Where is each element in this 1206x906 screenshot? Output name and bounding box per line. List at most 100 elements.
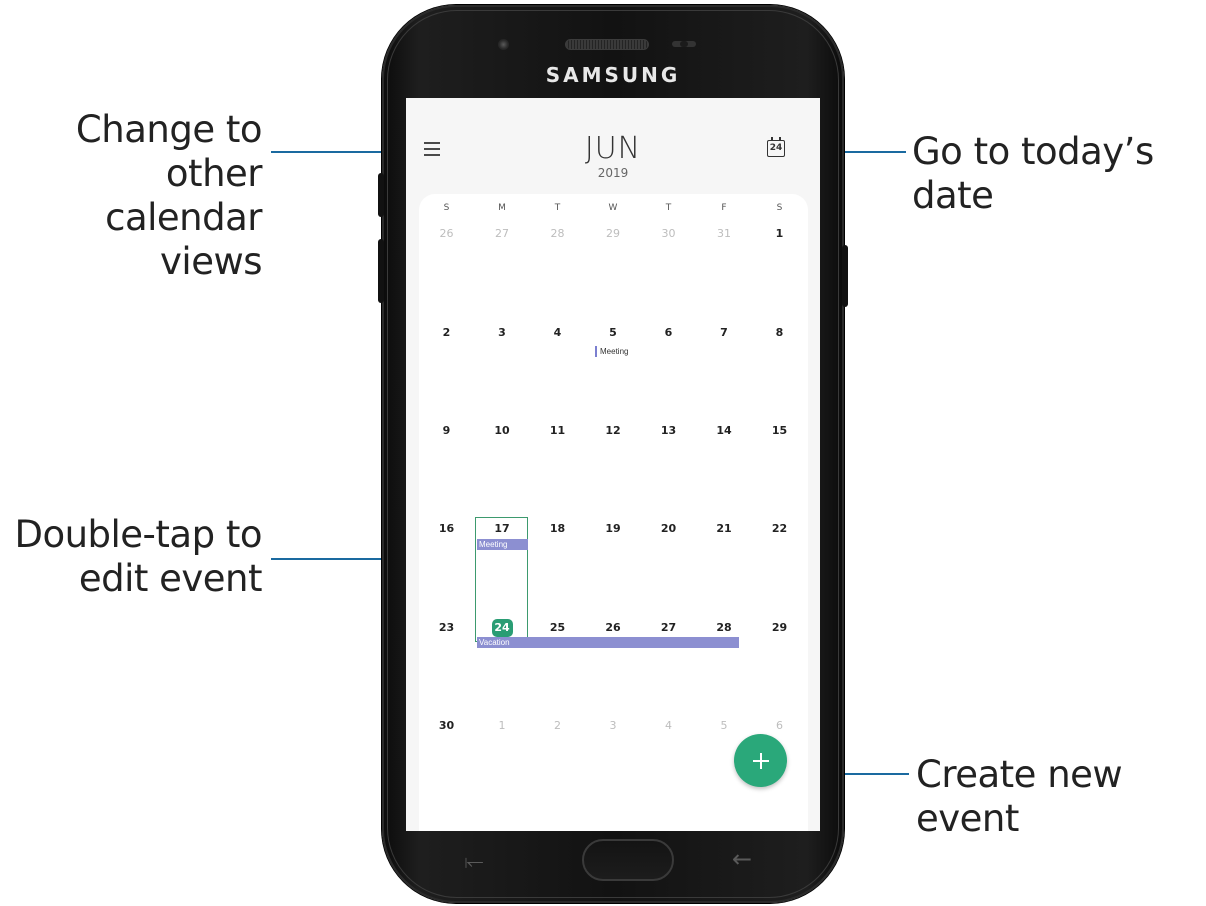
day-cell[interactable]: 16: [419, 522, 474, 621]
day-cell[interactable]: 1: [475, 719, 530, 818]
day-cell[interactable]: 3: [475, 326, 530, 425]
calendar-header: JUN 2019 24: [406, 98, 820, 194]
day-cell[interactable]: 23: [419, 621, 474, 720]
annotation-change-views-line2: calendar views: [105, 196, 262, 283]
recent-apps-icon[interactable]: ⥖: [464, 849, 484, 874]
day-cell[interactable]: 13: [641, 424, 696, 523]
day-number: 1: [498, 719, 506, 732]
day-cell[interactable]: 7: [697, 326, 752, 425]
day-number: 6: [776, 719, 783, 732]
day-cell[interactable]: 30: [641, 227, 696, 326]
day-cell[interactable]: 28: [697, 621, 752, 720]
day-number: 26: [605, 621, 621, 634]
day-cell[interactable]: 27: [475, 227, 530, 326]
day-cell[interactable]: 30: [419, 719, 474, 818]
annotation-change-views: Change to other calendar views: [0, 108, 263, 284]
day-cell[interactable]: 2: [419, 326, 474, 425]
day-cell[interactable]: 6: [641, 326, 696, 425]
day-number: 9: [442, 424, 451, 437]
day-number: 10: [494, 424, 510, 437]
annotation-change-views-line1: Change to other: [75, 108, 263, 195]
calendar-screen: JUN 2019 24 SMTWTFS 26 27 28 29 30 31 1 2 3 4 5 6 7 8…: [406, 98, 820, 831]
day-cell[interactable]: 27: [641, 621, 696, 720]
day-number: 15: [771, 424, 788, 437]
day-cell[interactable]: 3: [586, 719, 641, 818]
day-number: 13: [660, 424, 677, 437]
day-cell[interactable]: 4: [530, 326, 585, 425]
day-cell[interactable]: 1: [752, 227, 807, 326]
day-number: 25: [549, 621, 566, 634]
event-vacation[interactable]: Vacation: [477, 637, 739, 648]
day-cell[interactable]: 31: [697, 227, 752, 326]
phone-device: SAMSUNG JUN 2019 24 SMTWTFS 26 27 28 29 30 31…: [378, 5, 848, 903]
create-event-fab[interactable]: [734, 734, 787, 787]
day-cell[interactable]: 8: [752, 326, 807, 425]
today-calendar-icon[interactable]: 24: [767, 137, 785, 157]
day-number: 20: [660, 522, 677, 535]
weekday-label: S: [776, 203, 783, 213]
day-cell[interactable]: 18: [530, 522, 585, 621]
weekday-label: T: [665, 203, 672, 213]
event-meeting-5[interactable]: Meeting: [595, 346, 628, 357]
day-number: 18: [549, 522, 566, 535]
day-number: 29: [771, 621, 788, 634]
earpiece-speaker: [565, 39, 649, 50]
home-button[interactable]: [582, 839, 674, 881]
day-number: 27: [495, 227, 509, 240]
day-number: 30: [661, 227, 676, 240]
day-cell[interactable]: 26: [586, 621, 641, 720]
day-number: 1: [775, 227, 784, 240]
day-cell[interactable]: 19: [586, 522, 641, 621]
day-number: 29: [606, 227, 620, 240]
day-number: 7: [720, 326, 728, 339]
day-number: 23: [438, 621, 455, 634]
day-cell[interactable]: 2: [530, 719, 585, 818]
day-cell[interactable]: 5: [586, 326, 641, 425]
side-button-left-top: [378, 173, 384, 217]
year-label: 2019: [597, 166, 629, 180]
day-number: 31: [717, 227, 731, 240]
day-cell[interactable]: 22: [752, 522, 807, 621]
day-number: 28: [716, 621, 732, 634]
day-cell[interactable]: 29: [586, 227, 641, 326]
annotation-double-tap-line1: Double-tap to: [14, 513, 262, 556]
day-cell[interactable]: 4: [641, 719, 696, 818]
side-button-left-bottom: [378, 239, 384, 303]
day-cell[interactable]: 12: [586, 424, 641, 523]
day-cell[interactable]: 10: [475, 424, 530, 523]
day-cell[interactable]: 11: [530, 424, 585, 523]
day-number: 12: [605, 424, 621, 437]
month-title[interactable]: JUN: [406, 131, 820, 166]
day-cell[interactable]: 28: [530, 227, 585, 326]
day-cell[interactable]: 20: [641, 522, 696, 621]
day-number: 3: [609, 719, 617, 732]
day-cell[interactable]: 15: [752, 424, 807, 523]
weekday-label: W: [608, 203, 618, 213]
day-number: 5: [720, 719, 728, 732]
day-number: 4: [665, 719, 672, 732]
day-cell[interactable]: 9: [419, 424, 474, 523]
day-number: 22: [771, 522, 788, 535]
day-cell[interactable]: 26: [419, 227, 474, 326]
day-cell[interactable]: 25: [530, 621, 585, 720]
day-number: 27: [660, 621, 677, 634]
day-cell[interactable]: 21: [697, 522, 752, 621]
day-number: 2: [442, 326, 451, 339]
side-button-right: [842, 245, 848, 307]
event-meeting-17[interactable]: Meeting: [477, 539, 528, 550]
annotation-today: Go to today’s date: [912, 130, 1154, 217]
front-camera-icon: [498, 39, 509, 50]
back-icon[interactable]: ←: [732, 845, 752, 873]
day-cell[interactable]: 29: [752, 621, 807, 720]
day-number: 8: [775, 326, 784, 339]
day-number: 30: [438, 719, 455, 732]
day-cell[interactable]: 14: [697, 424, 752, 523]
day-number: 21: [716, 522, 732, 535]
today-icon-day: 24: [769, 143, 783, 153]
day-number: 11: [549, 424, 566, 437]
day-number: 3: [498, 326, 506, 339]
annotation-double-tap: Double-tap to edit event: [0, 513, 262, 601]
day-number: 2: [554, 719, 561, 732]
navigation-bar: ⥖ ←: [406, 831, 820, 891]
day-number: 6: [664, 326, 673, 339]
